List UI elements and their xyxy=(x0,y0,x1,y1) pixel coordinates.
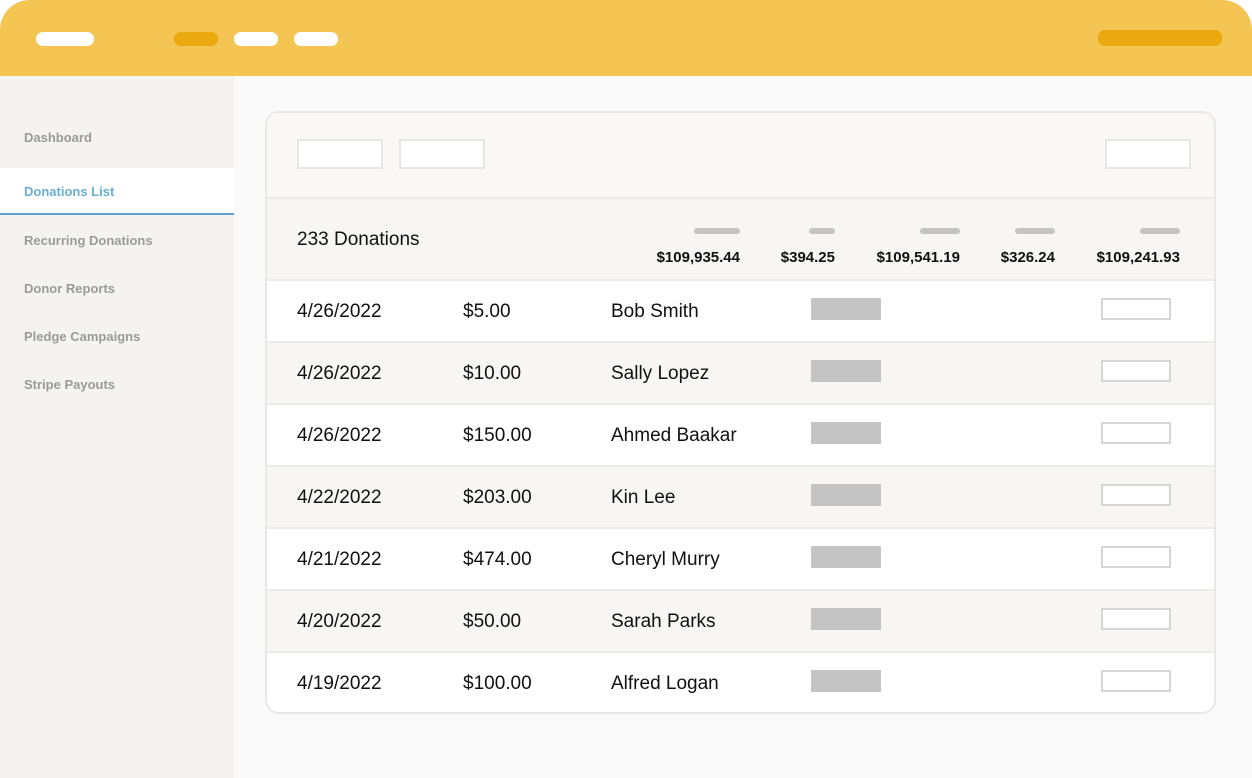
status-placeholder xyxy=(811,546,881,568)
row-action-button[interactable] xyxy=(1101,422,1171,444)
summary-row: 233 Donations $109,935.44 $394.25 $109,5… xyxy=(267,199,1214,281)
donation-amount: $150.00 xyxy=(463,425,532,446)
donation-amount: $203.00 xyxy=(463,487,532,508)
status-placeholder xyxy=(811,484,881,506)
status-placeholder xyxy=(811,298,881,320)
donor-name[interactable]: Sally Lopez xyxy=(611,363,709,385)
table-row[interactable]: 4/19/2022 $100.00 Alfred Logan xyxy=(267,653,1214,712)
sidebar-item-dashboard[interactable]: Dashboard xyxy=(0,114,234,161)
donation-amount: $5.00 xyxy=(463,301,511,322)
sidebar-item-stripe-payouts[interactable]: Stripe Payouts xyxy=(0,361,234,408)
total-net: $109,541.19 xyxy=(877,221,960,266)
donation-amount: $10.00 xyxy=(463,363,522,384)
total-payout: $109,241.93 xyxy=(1097,221,1180,266)
table-toolbar xyxy=(267,113,1214,199)
row-action-button[interactable] xyxy=(1101,546,1171,568)
row-action-button[interactable] xyxy=(1101,298,1171,320)
row-action-button[interactable] xyxy=(1101,608,1171,630)
filter-button[interactable] xyxy=(297,139,383,169)
donation-date: 4/20/2022 xyxy=(297,611,382,632)
table-row[interactable]: 4/26/2022 $5.00 Bob Smith xyxy=(267,281,1214,343)
app-window: Dashboard Donations List Recurring Donat… xyxy=(0,0,1252,778)
total-gross: $109,935.44 xyxy=(657,221,740,266)
donation-date: 4/21/2022 xyxy=(297,549,382,570)
export-button[interactable] xyxy=(1105,139,1191,169)
total-refunds: $326.24 xyxy=(1001,221,1055,266)
filter-button[interactable] xyxy=(399,139,485,169)
donation-count: 233 Donations xyxy=(297,229,420,250)
donor-name[interactable]: Cheryl Murry xyxy=(611,549,720,571)
sidebar-item-donor-reports[interactable]: Donor Reports xyxy=(0,265,234,312)
status-placeholder xyxy=(811,608,881,630)
status-placeholder xyxy=(811,670,881,692)
table-row[interactable]: 4/21/2022 $474.00 Cheryl Murry xyxy=(267,529,1214,591)
account-menu[interactable] xyxy=(1098,30,1222,46)
row-action-button[interactable] xyxy=(1101,484,1171,506)
donor-name[interactable]: Alfred Logan xyxy=(611,673,719,695)
table-row[interactable]: 4/22/2022 $203.00 Kin Lee xyxy=(267,467,1214,529)
donor-name[interactable]: Bob Smith xyxy=(611,301,699,323)
donor-name[interactable]: Kin Lee xyxy=(611,487,675,509)
sidebar-item-recurring-donations[interactable]: Recurring Donations xyxy=(0,217,234,264)
donation-date: 4/26/2022 xyxy=(297,425,382,446)
donations-table-card: 233 Donations $109,935.44 $394.25 $109,5… xyxy=(265,111,1216,714)
table-row[interactable]: 4/26/2022 $10.00 Sally Lopez xyxy=(267,343,1214,405)
table-row[interactable]: 4/26/2022 $150.00 Ahmed Baakar xyxy=(267,405,1214,467)
donation-date: 4/22/2022 xyxy=(297,487,382,508)
status-placeholder xyxy=(811,422,881,444)
donation-amount: $474.00 xyxy=(463,549,532,570)
donation-amount: $100.00 xyxy=(463,673,532,694)
total-fees: $394.25 xyxy=(781,221,835,266)
nav-tab-active[interactable] xyxy=(174,32,218,46)
nav-tab[interactable] xyxy=(294,32,338,46)
donation-date: 4/26/2022 xyxy=(297,301,382,322)
sidebar-item-donations-list[interactable]: Donations List xyxy=(0,168,234,215)
top-nav xyxy=(0,0,1252,76)
sidebar-item-pledge-campaigns[interactable]: Pledge Campaigns xyxy=(0,313,234,360)
donation-date: 4/19/2022 xyxy=(297,673,382,694)
donor-name[interactable]: Ahmed Baakar xyxy=(611,425,737,447)
donation-date: 4/26/2022 xyxy=(297,363,382,384)
donation-amount: $50.00 xyxy=(463,611,522,632)
row-action-button[interactable] xyxy=(1101,360,1171,382)
sidebar: Dashboard Donations List Recurring Donat… xyxy=(0,76,234,778)
row-action-button[interactable] xyxy=(1101,670,1171,692)
nav-tab[interactable] xyxy=(234,32,278,46)
table-row[interactable]: 4/20/2022 $50.00 Sarah Parks xyxy=(267,591,1214,653)
donor-name[interactable]: Sarah Parks xyxy=(611,611,716,633)
logo-placeholder[interactable] xyxy=(36,32,94,46)
status-placeholder xyxy=(811,360,881,382)
